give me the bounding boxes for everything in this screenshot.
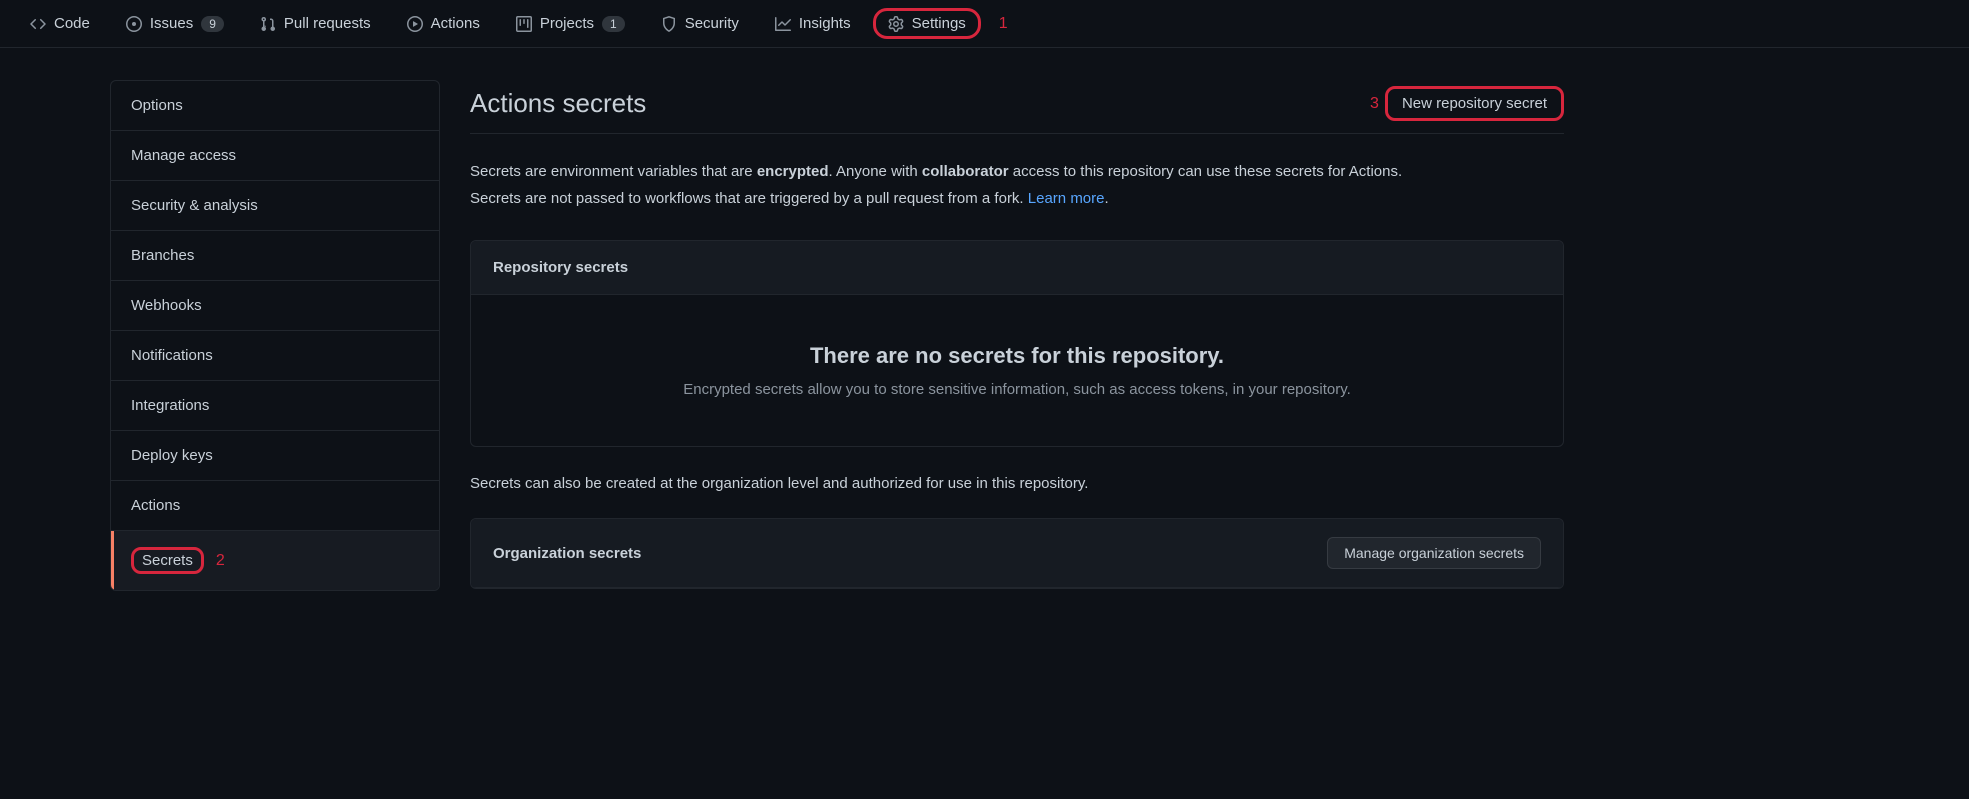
- new-repository-secret-button[interactable]: New repository secret: [1385, 86, 1564, 121]
- sidebar-deploy-keys-label: Deploy keys: [131, 447, 213, 464]
- sidebar-manage-access-label: Manage access: [131, 147, 236, 164]
- issue-icon: [126, 16, 142, 32]
- repository-secrets-empty: There are no secrets for this repository…: [471, 295, 1563, 446]
- nav-settings[interactable]: Settings: [873, 8, 981, 39]
- page-title: Actions secrets: [470, 88, 646, 119]
- issues-count-badge: 9: [201, 16, 224, 32]
- sidebar-actions[interactable]: Actions: [111, 481, 439, 531]
- desc-text: access to this repository can use these …: [1009, 163, 1403, 180]
- nav-code[interactable]: Code: [16, 7, 104, 40]
- nav-pulls[interactable]: Pull requests: [246, 7, 385, 40]
- sidebar-security-analysis-label: Security & analysis: [131, 197, 258, 214]
- learn-more-link[interactable]: Learn more: [1028, 190, 1105, 207]
- sidebar-secrets[interactable]: Secrets 2: [111, 531, 439, 590]
- nav-insights-label: Insights: [799, 15, 851, 32]
- sidebar-integrations[interactable]: Integrations: [111, 381, 439, 431]
- nav-security[interactable]: Security: [647, 7, 753, 40]
- organization-secrets-header: Organization secrets Manage organization…: [471, 519, 1563, 588]
- sidebar-webhooks-label: Webhooks: [131, 297, 202, 314]
- repository-secrets-panel: Repository secrets There are no secrets …: [470, 240, 1564, 447]
- graph-icon: [775, 16, 791, 32]
- sidebar-branches[interactable]: Branches: [111, 231, 439, 281]
- organization-secrets-panel: Organization secrets Manage organization…: [470, 518, 1564, 589]
- desc-text: Secrets are not passed to workflows that…: [470, 190, 1028, 207]
- empty-subtitle: Encrypted secrets allow you to store sen…: [491, 381, 1543, 398]
- nav-actions-label: Actions: [431, 15, 480, 32]
- secrets-description: Secrets are environment variables that a…: [470, 158, 1564, 212]
- page-body: Options Manage access Security & analysi…: [0, 48, 1580, 591]
- sidebar-options-label: Options: [131, 97, 183, 114]
- nav-settings-label: Settings: [912, 15, 966, 32]
- nav-issues[interactable]: Issues 9: [112, 7, 238, 40]
- nav-projects-label: Projects: [540, 15, 594, 32]
- sidebar-secrets-label: Secrets: [131, 547, 204, 574]
- sidebar-security-analysis[interactable]: Security & analysis: [111, 181, 439, 231]
- nav-actions[interactable]: Actions: [393, 7, 494, 40]
- nav-projects[interactable]: Projects 1: [502, 7, 639, 40]
- nav-insights[interactable]: Insights: [761, 7, 865, 40]
- sidebar-manage-access[interactable]: Manage access: [111, 131, 439, 181]
- play-icon: [407, 16, 423, 32]
- desc-text: Secrets are environment variables that a…: [470, 163, 757, 180]
- git-pull-request-icon: [260, 16, 276, 32]
- desc-bold-collaborator: collaborator: [922, 163, 1009, 180]
- annotation-3: 3: [1370, 95, 1379, 113]
- nav-security-label: Security: [685, 15, 739, 32]
- sidebar-integrations-label: Integrations: [131, 397, 209, 414]
- sidebar-branches-label: Branches: [131, 247, 194, 264]
- gear-icon: [888, 16, 904, 32]
- main-header: Actions secrets 3 New repository secret: [470, 86, 1564, 134]
- nav-code-label: Code: [54, 15, 90, 32]
- nav-issues-label: Issues: [150, 15, 193, 32]
- annotation-1: 1: [999, 15, 1008, 33]
- sidebar-options[interactable]: Options: [111, 81, 439, 131]
- new-secret-wrap: 3 New repository secret: [1370, 86, 1564, 121]
- sidebar-notifications[interactable]: Notifications: [111, 331, 439, 381]
- org-note: Secrets can also be created at the organ…: [470, 475, 1564, 492]
- desc-text: .: [1105, 190, 1109, 207]
- annotation-2: 2: [216, 552, 225, 570]
- nav-pulls-label: Pull requests: [284, 15, 371, 32]
- repository-secrets-header: Repository secrets: [471, 241, 1563, 295]
- settings-sidebar: Options Manage access Security & analysi…: [110, 80, 440, 591]
- sidebar-webhooks[interactable]: Webhooks: [111, 281, 439, 331]
- desc-bold-encrypted: encrypted: [757, 163, 829, 180]
- sidebar-deploy-keys[interactable]: Deploy keys: [111, 431, 439, 481]
- shield-icon: [661, 16, 677, 32]
- manage-organization-secrets-button[interactable]: Manage organization secrets: [1327, 537, 1541, 569]
- code-icon: [30, 16, 46, 32]
- repository-secrets-title: Repository secrets: [493, 259, 628, 276]
- projects-count-badge: 1: [602, 16, 625, 32]
- repo-nav: Code Issues 9 Pull requests Actions Proj…: [0, 0, 1969, 48]
- sidebar-notifications-label: Notifications: [131, 347, 213, 364]
- sidebar-actions-label: Actions: [131, 497, 180, 514]
- main-content: Actions secrets 3 New repository secret …: [470, 80, 1564, 591]
- project-icon: [516, 16, 532, 32]
- empty-title: There are no secrets for this repository…: [491, 343, 1543, 369]
- desc-text: . Anyone with: [829, 163, 922, 180]
- organization-secrets-title: Organization secrets: [493, 545, 641, 562]
